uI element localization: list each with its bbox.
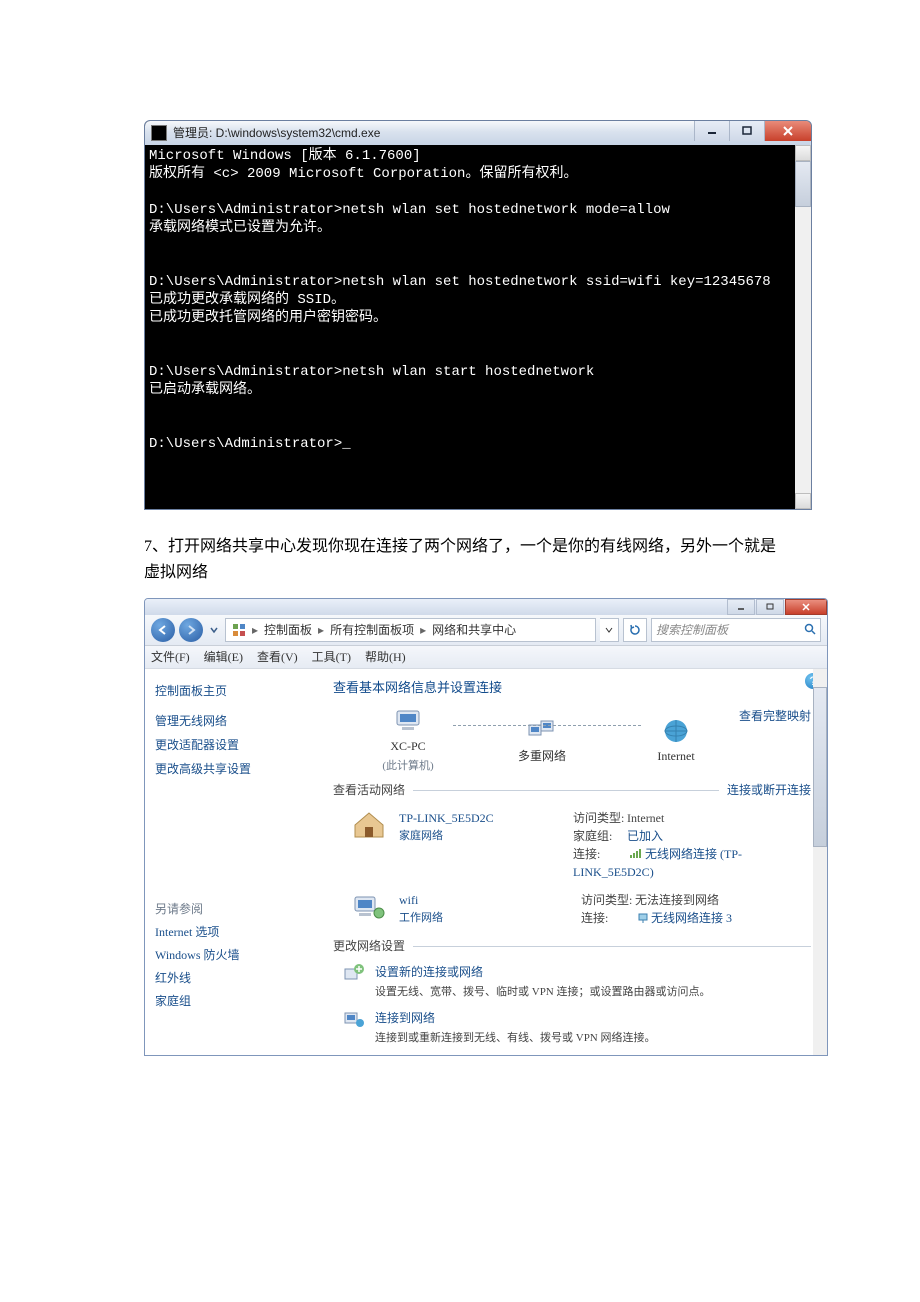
setup-new-connection[interactable]: 设置新的连接或网络 设置无线、宽带、拨号、临时或 VPN 连接；或设置路由器或访…: [343, 963, 811, 1001]
see-also-infrared[interactable]: 红外线: [155, 968, 311, 988]
cmd-body[interactable]: Microsoft Windows [版本 6.1.7600] 版权所有 <c>…: [145, 145, 811, 509]
sidebar-link-sharing[interactable]: 更改高级共享设置: [155, 759, 311, 779]
cmd-output: Microsoft Windows [版本 6.1.7600] 版权所有 <c>…: [149, 147, 807, 453]
menu-help[interactable]: 帮助(H): [365, 651, 406, 663]
menu-bar: 文件(F) 编辑(E) 查看(V) 工具(T) 帮助(H): [145, 646, 827, 669]
new-connection-icon: [343, 963, 365, 983]
signal-icon: [630, 849, 642, 859]
sidebar-link-wireless[interactable]: 管理无线网络: [155, 711, 311, 731]
internet-icon: [659, 717, 693, 745]
breadcrumb[interactable]: ▸ 控制面板 ▸ 所有控制面板项 ▸ 网络和共享中心: [225, 618, 596, 642]
homegroup-link[interactable]: 已加入: [627, 829, 663, 843]
nc-scrollbar[interactable]: [813, 669, 827, 1055]
menu-file[interactable]: 文件(F): [151, 651, 190, 663]
chevron-right-icon: ▸: [252, 624, 258, 636]
network-entry-2: wifi 工作网络 访问类型:无法连接到网络 连接: 无线网络连接 3: [351, 891, 811, 927]
connect-disconnect-link[interactable]: 连接或断开连接: [727, 781, 811, 799]
scroll-down-button[interactable]: [795, 493, 811, 509]
menu-edit[interactable]: 编辑(E): [204, 651, 243, 663]
connect-desc: 连接到或重新连接到无线、有线、拨号或 VPN 网络连接。: [375, 1029, 656, 1047]
network-type[interactable]: 工作网络: [399, 909, 569, 927]
breadcrumb-dropdown[interactable]: [600, 618, 619, 642]
see-also-label: 另请参阅: [155, 899, 311, 919]
minimize-button[interactable]: [694, 121, 729, 141]
access-type-value: 无法连接到网络: [635, 893, 719, 907]
sidebar-link-adapter[interactable]: 更改适配器设置: [155, 735, 311, 755]
adapter-icon: [638, 913, 648, 923]
cmd-scrollbar[interactable]: [795, 145, 811, 509]
node-multi-label: 多重网络: [518, 747, 566, 765]
breadcrumb-item[interactable]: 控制面板: [264, 624, 312, 636]
connection-label: 连接:: [581, 909, 635, 927]
cmd-title: 管理员: D:\windows\system32\cmd.exe: [173, 121, 694, 145]
main-heading: 查看基本网络信息并设置连接: [333, 679, 811, 697]
control-panel-icon: [232, 623, 246, 637]
network-name[interactable]: TP-LINK_5E5D2C: [399, 809, 561, 827]
scroll-up-button[interactable]: [795, 145, 811, 161]
node-pc-label: XC-PC: [390, 737, 425, 755]
access-type-value: Internet: [627, 811, 664, 825]
connect-to-network[interactable]: 连接到网络 连接到或重新连接到无线、有线、拨号或 VPN 网络连接。: [343, 1009, 811, 1047]
nav-forward-button[interactable]: [179, 618, 203, 642]
home-network-icon: [351, 809, 387, 839]
nc-titlebar[interactable]: [145, 599, 827, 615]
cmd-window: 管理员: D:\windows\system32\cmd.exe Microso…: [144, 120, 812, 510]
search-placeholder: 搜索控制面板: [656, 624, 728, 636]
node-pc-sub: (此计算机): [382, 757, 433, 775]
connection-label: 连接:: [573, 845, 627, 863]
sidebar: 控制面板主页 管理无线网络 更改适配器设置 更改高级共享设置 另请参阅 Inte…: [145, 669, 321, 1055]
see-also-homegroup[interactable]: 家庭组: [155, 991, 311, 1011]
address-bar-row: ▸ 控制面板 ▸ 所有控制面板项 ▸ 网络和共享中心 搜索控制面板: [145, 615, 827, 646]
maximize-button[interactable]: [756, 599, 784, 615]
cmd-titlebar[interactable]: 管理员: D:\windows\system32\cmd.exe: [145, 121, 811, 145]
network-type[interactable]: 家庭网络: [399, 827, 561, 845]
breadcrumb-item[interactable]: 网络和共享中心: [432, 624, 516, 636]
see-also-internet[interactable]: Internet 选项: [155, 922, 311, 942]
close-button[interactable]: [785, 599, 827, 615]
refresh-button[interactable]: [623, 618, 647, 642]
sidebar-home[interactable]: 控制面板主页: [155, 681, 311, 701]
cmd-icon: [151, 125, 167, 141]
network-entry-1: TP-LINK_5E5D2C 家庭网络 访问类型:Internet 家庭组:已加…: [351, 809, 811, 881]
scroll-thumb[interactable]: [813, 687, 827, 847]
search-input[interactable]: 搜索控制面板: [651, 618, 821, 642]
map-connection-line: [453, 725, 641, 726]
connection-link[interactable]: 无线网络连接 3: [651, 911, 732, 925]
change-settings-label: 更改网络设置: [333, 937, 405, 955]
nav-back-button[interactable]: [151, 618, 175, 642]
setup-desc: 设置无线、宽带、拨号、临时或 VPN 连接；或设置路由器或访问点。: [375, 983, 711, 1001]
maximize-button[interactable]: [729, 121, 764, 141]
work-network-icon: [351, 891, 387, 921]
minimize-button[interactable]: [727, 599, 755, 615]
homegroup-label: 家庭组:: [573, 827, 627, 845]
connect-network-icon: [343, 1009, 365, 1029]
breadcrumb-item[interactable]: 所有控制面板项: [330, 624, 414, 636]
scroll-thumb[interactable]: [795, 161, 811, 207]
access-type-label: 访问类型:: [573, 809, 627, 827]
active-networks-label: 查看活动网络: [333, 781, 405, 799]
network-center-window: ▸ 控制面板 ▸ 所有控制面板项 ▸ 网络和共享中心 搜索控制面板: [144, 598, 828, 1056]
node-internet-label: Internet: [657, 747, 694, 765]
nav-history-dropdown[interactable]: [207, 623, 221, 637]
chevron-right-icon: ▸: [318, 624, 324, 636]
close-button[interactable]: [764, 121, 811, 141]
connect-title: 连接到网络: [375, 1009, 656, 1027]
chevron-right-icon: ▸: [420, 624, 426, 636]
menu-view[interactable]: 查看(V): [257, 651, 298, 663]
step-caption: 7、打开网络共享中心发现你现在连接了两个网络了，一个是你的有线网络，另外一个就是…: [144, 534, 776, 586]
setup-title: 设置新的连接或网络: [375, 963, 711, 981]
main-pane: ? 查看基本网络信息并设置连接 查看完整映射 XC-PC (此计算机): [321, 669, 827, 1055]
see-also-firewall[interactable]: Windows 防火墙: [155, 945, 311, 965]
network-icon: [525, 717, 559, 745]
computer-icon: [391, 707, 425, 735]
search-icon: [804, 623, 816, 637]
menu-tools[interactable]: 工具(T): [312, 651, 351, 663]
network-name[interactable]: wifi: [399, 891, 569, 909]
access-type-label: 访问类型:: [581, 891, 635, 909]
